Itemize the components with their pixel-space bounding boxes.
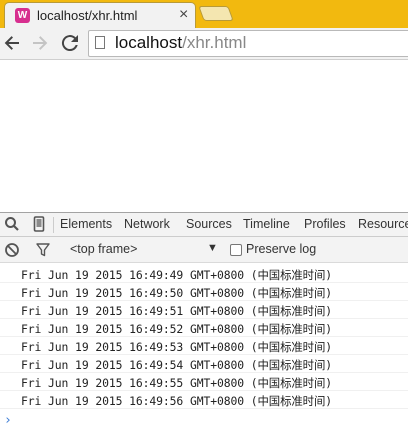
console-line: Fri Jun 19 2015 16:49:50 GMT+0800 (中国标准时… <box>0 283 408 301</box>
console-line: Fri Jun 19 2015 16:49:52 GMT+0800 (中国标准时… <box>0 319 408 337</box>
console-line: Fri Jun 19 2015 16:49:56 GMT+0800 (中国标准时… <box>0 391 408 409</box>
console-message: Fri Jun 19 2015 16:49:54 GMT+0800 (中国标准时… <box>21 358 333 372</box>
devtools-tabbar: Elements Network Sources Timeline Profil… <box>0 213 408 237</box>
console-toolbar: <top frame> ▼ Preserve log <box>0 237 408 263</box>
console-message: Fri Jun 19 2015 16:49:51 GMT+0800 (中国标准时… <box>21 304 333 318</box>
arrow-left-icon <box>4 36 19 50</box>
console-message: Fri Jun 19 2015 16:49:55 GMT+0800 (中国标准时… <box>21 376 333 390</box>
filter-icon <box>36 243 50 257</box>
console-line: Fri Jun 19 2015 16:49:49 GMT+0800 (中国标准时… <box>0 265 408 283</box>
console-prompt[interactable]: › <box>4 413 12 428</box>
console-output: Fri Jun 19 2015 16:49:49 GMT+0800 (中国标准时… <box>0 263 408 432</box>
chevron-down-icon[interactable]: ▼ <box>207 242 218 254</box>
url-host: localhost <box>115 33 183 52</box>
console-line: Fri Jun 19 2015 16:49:54 GMT+0800 (中国标准时… <box>0 355 408 373</box>
browser-tab[interactable]: W localhost/xhr.html × <box>4 2 196 28</box>
page-content <box>0 60 408 212</box>
tab-profiles[interactable]: Profiles <box>304 217 346 231</box>
toolbar: localhost/xhr.html <box>0 28 408 60</box>
tab-title: localhost/xhr.html <box>37 8 138 23</box>
console-message: Fri Jun 19 2015 16:49:53 GMT+0800 (中国标准时… <box>21 340 333 354</box>
close-icon[interactable]: × <box>179 6 188 24</box>
console-message: Fri Jun 19 2015 16:49:49 GMT+0800 (中国标准时… <box>21 268 333 282</box>
browser-window: W localhost/xhr.html × localhost/xhr.htm… <box>0 0 408 432</box>
filter-button[interactable] <box>35 242 51 258</box>
device-mode-button[interactable] <box>31 216 47 232</box>
search-icon <box>5 217 19 231</box>
address-bar[interactable]: localhost/xhr.html <box>88 30 408 57</box>
console-line: Fri Jun 19 2015 16:49:51 GMT+0800 (中国标准时… <box>0 301 408 319</box>
preserve-log-checkbox[interactable] <box>230 244 242 256</box>
reload-button[interactable] <box>58 31 82 55</box>
tab-separator <box>53 217 54 233</box>
reload-icon <box>61 35 78 52</box>
forward-button[interactable] <box>28 31 52 55</box>
tab-timeline[interactable]: Timeline <box>243 217 290 231</box>
page-icon <box>95 36 105 49</box>
preserve-log-label: Preserve log <box>246 242 317 256</box>
inspect-button[interactable] <box>4 216 20 232</box>
tab-resources[interactable]: Resources <box>358 217 408 231</box>
devtools-panel: Elements Network Sources Timeline Profil… <box>0 212 408 432</box>
clear-console-icon <box>5 243 19 257</box>
tab-strip: W localhost/xhr.html × <box>0 0 408 28</box>
console-message: Fri Jun 19 2015 16:49:56 GMT+0800 (中国标准时… <box>21 394 333 408</box>
device-mode-icon <box>33 216 45 232</box>
url-text: localhost/xhr.html <box>115 33 246 53</box>
tab-network[interactable]: Network <box>124 217 170 231</box>
url-path: /xhr.html <box>182 33 247 52</box>
back-button[interactable] <box>0 31 24 55</box>
new-tab-button[interactable] <box>198 6 234 21</box>
frame-select[interactable]: <top frame> <box>70 242 137 256</box>
arrow-right-icon <box>33 36 48 50</box>
tab-elements[interactable]: Elements <box>60 217 112 231</box>
console-line: Fri Jun 19 2015 16:49:53 GMT+0800 (中国标准时… <box>0 337 408 355</box>
favicon-icon: W <box>15 8 30 23</box>
tab-sources[interactable]: Sources <box>186 217 232 231</box>
clear-console-button[interactable] <box>4 242 20 258</box>
console-message: Fri Jun 19 2015 16:49:50 GMT+0800 (中国标准时… <box>21 286 333 300</box>
console-message: Fri Jun 19 2015 16:49:52 GMT+0800 (中国标准时… <box>21 322 333 336</box>
console-line: Fri Jun 19 2015 16:49:55 GMT+0800 (中国标准时… <box>0 373 408 391</box>
